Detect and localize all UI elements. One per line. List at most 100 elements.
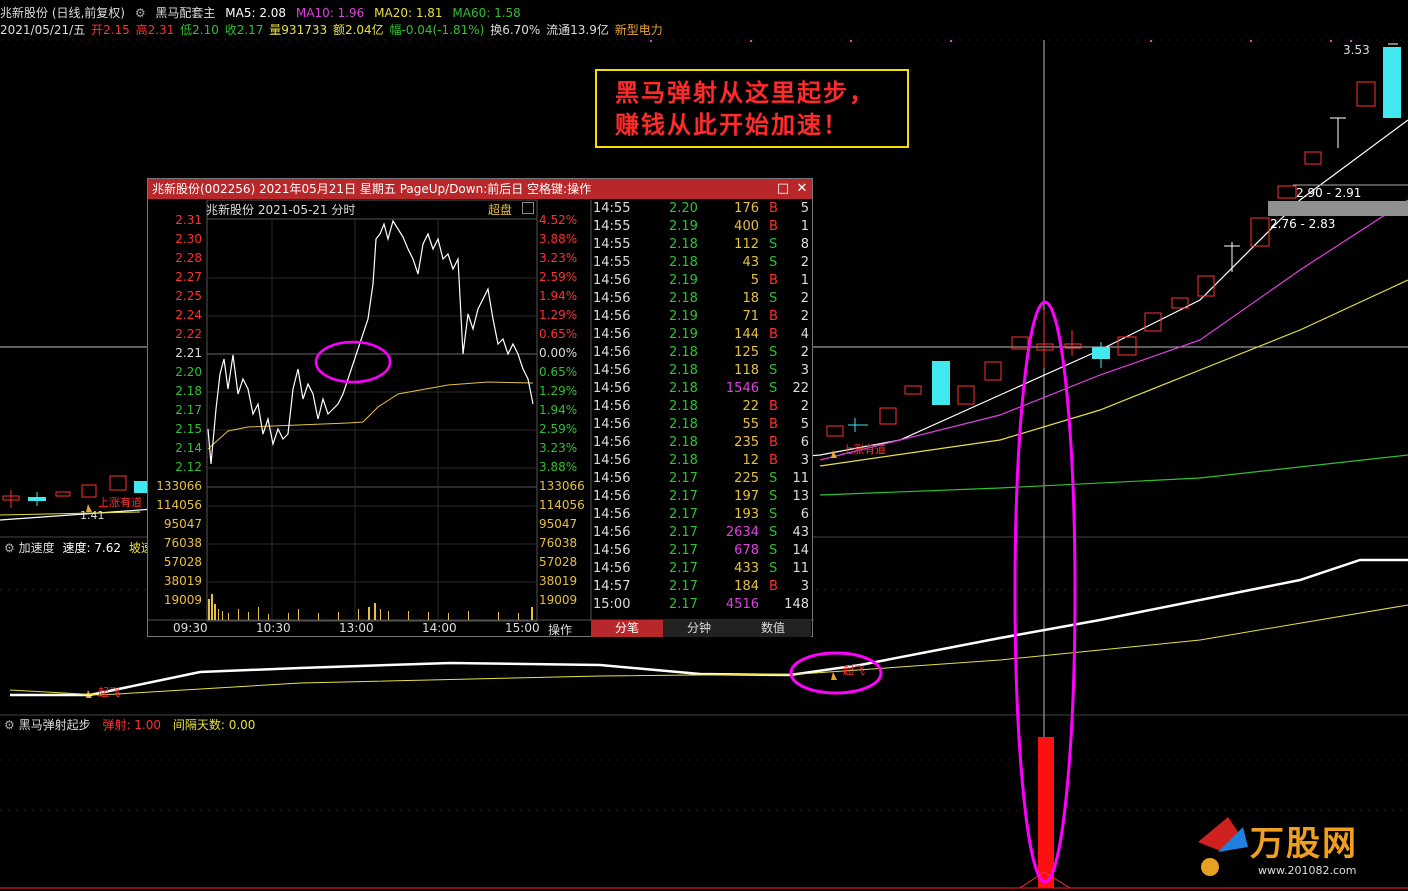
percent-tick: 0.65% (539, 327, 578, 341)
tab-values[interactable]: 数值 (735, 620, 811, 637)
time-tick: 09:30 (173, 621, 208, 635)
intraday-title: 兆新股份 2021-05-21 分时 (206, 203, 356, 217)
tick-direction: B (769, 579, 778, 594)
percent-tick: 2.59% (539, 270, 578, 284)
tick-count: 3 (800, 453, 809, 468)
operate-button[interactable]: 操作 (548, 621, 572, 638)
tick-direction: B (769, 309, 778, 324)
tick-volume: 144 (734, 327, 759, 342)
volume-tick: 38019 (163, 574, 202, 588)
price-tick: 2.27 (175, 270, 202, 284)
gear-icon[interactable]: ⚙ (4, 718, 15, 732)
tick-price: 2.19 (669, 309, 698, 324)
tick-count: 13 (792, 489, 809, 504)
signal-label-left: 上涨有道 (98, 496, 142, 509)
candles-right (826, 43, 1401, 437)
tick-price: 2.19 (669, 219, 698, 234)
percent-tick: 1.94% (539, 403, 578, 417)
tick-time: 14:56 (593, 363, 631, 378)
percent-tick: 1.94% (539, 289, 578, 303)
tick-price: 2.18 (669, 345, 698, 360)
tick-count: 2 (800, 309, 809, 324)
volume-tick: 133066 (539, 479, 585, 493)
tick-count: 8 (800, 237, 809, 252)
tick-count: 5 (800, 417, 809, 432)
tick-count: 2 (800, 399, 809, 414)
tick-price: 2.17 (669, 525, 698, 540)
volume-tick: 114056 (539, 498, 585, 512)
tick-row: 14:56 2.18 55 B 5 (591, 416, 811, 434)
tick-row: 14:57 2.17 184 B 3 (591, 578, 811, 596)
tick-time: 14:57 (593, 579, 631, 594)
tick-count: 3 (800, 579, 809, 594)
tick-count: 148 (784, 597, 809, 612)
tick-count: 6 (800, 507, 809, 522)
price-tick: 2.15 (175, 422, 202, 436)
time-tick: 13:00 (339, 621, 374, 635)
tick-direction: B (769, 453, 778, 468)
tick-row: 14:56 2.17 433 S 11 (591, 560, 811, 578)
tick-volume: 1546 (725, 381, 759, 396)
indicator2-header: ⚙ 黑马弹射起步 弹射: 1.00 间隔天数: 0.00 (4, 716, 255, 733)
tick-direction: S (769, 525, 778, 540)
tick-price: 2.17 (669, 579, 698, 594)
tick-volume: 184 (734, 579, 759, 594)
tick-time: 14:56 (593, 381, 631, 396)
tick-row: 14:56 2.18 235 B 6 (591, 434, 811, 452)
indicator1-name[interactable]: 加速度 (19, 541, 55, 555)
toggle-icon[interactable] (522, 202, 534, 214)
time-tick: 15:00 (505, 621, 540, 635)
tick-volume: 678 (734, 543, 759, 558)
tick-direction: S (769, 561, 778, 576)
callout-line-2: 赚钱从此开始加速！ (615, 110, 849, 139)
tick-volume: 118 (734, 363, 759, 378)
tick-time: 14:56 (593, 453, 631, 468)
tick-price: 2.19 (669, 273, 698, 288)
price-tick: 2.30 (175, 232, 202, 246)
tick-volume: 18 (742, 291, 759, 306)
tick-row: 14:56 2.17 678 S 14 (591, 542, 811, 560)
tick-volume: 193 (734, 507, 759, 522)
tick-row: 14:55 2.18 43 S 2 (591, 254, 811, 272)
tick-volume: 12 (742, 453, 759, 468)
super-button[interactable]: 超盘 (488, 201, 512, 218)
tick-time: 14:56 (593, 435, 631, 450)
tick-direction: B (769, 435, 778, 450)
tab-minutes[interactable]: 分钟 (663, 620, 735, 637)
takeoff-label-mid: 起飞 (843, 664, 865, 677)
tick-volume: 125 (734, 345, 759, 360)
tick-time: 14:56 (593, 291, 631, 306)
tick-time: 14:56 (593, 399, 631, 414)
tick-time: 14:55 (593, 201, 631, 216)
tick-row: 14:55 2.18 112 S 8 (591, 236, 811, 254)
tick-count: 2 (800, 291, 809, 306)
tick-direction: S (769, 255, 778, 270)
tick-volume: 4516 (725, 597, 759, 612)
tick-time: 14:56 (593, 525, 631, 540)
tick-price: 2.20 (669, 201, 698, 216)
tick-price: 2.18 (669, 237, 698, 252)
tick-direction: S (769, 489, 778, 504)
tick-row: 14:56 2.18 118 S 3 (591, 362, 811, 380)
tick-direction: S (769, 237, 778, 252)
tick-price: 2.18 (669, 291, 698, 306)
gap-label-1: 2.90 - 2.91 (1296, 186, 1362, 200)
gap-label-2: 2.76 - 2.83 (1270, 217, 1336, 231)
logo-url: www.201082.com (1258, 864, 1357, 877)
launch-signal-bar (1038, 737, 1054, 888)
intraday-popup[interactable]: 兆新股份(002256) 2021年05月21日 星期五 PageUp/Down… (147, 178, 814, 638)
tick-count: 43 (792, 525, 809, 540)
tick-time: 14:56 (593, 507, 631, 522)
price-tick: 2.12 (175, 460, 202, 474)
percent-tick: 3.23% (539, 251, 578, 265)
gear-icon[interactable]: ⚙ (4, 541, 15, 555)
tick-count: 6 (800, 435, 809, 450)
tick-count: 1 (800, 273, 809, 288)
time-tick: 10:30 (256, 621, 291, 635)
tab-ticks[interactable]: 分笔 (591, 620, 663, 637)
tick-count: 11 (792, 561, 809, 576)
indicator2-name[interactable]: 黑马弹射起步 (19, 718, 91, 732)
percent-tick: 3.23% (539, 441, 578, 455)
tick-row: 14:56 2.19 71 B 2 (591, 308, 811, 326)
price-tick: 2.31 (175, 213, 202, 227)
